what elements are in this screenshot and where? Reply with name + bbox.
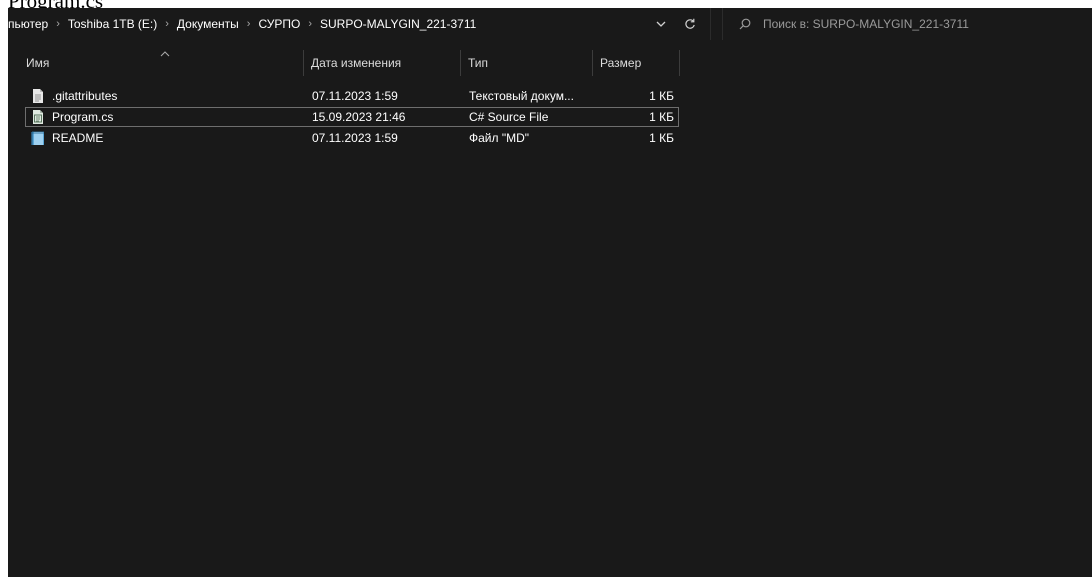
breadcrumb-surpo[interactable]: СУРПО bbox=[256, 17, 302, 31]
md-file-icon bbox=[31, 131, 44, 145]
search-placeholder: Поиск в: SURPO-MALYGIN_221-3711 bbox=[763, 17, 969, 31]
breadcrumb-drive[interactable]: Toshiba 1TB (E:) bbox=[66, 17, 159, 31]
breadcrumb-separator: › bbox=[165, 18, 169, 30]
file-type: Файл "MD" bbox=[469, 131, 530, 145]
file-size: 1 КБ bbox=[649, 110, 674, 124]
column-divider[interactable] bbox=[679, 50, 680, 76]
column-size[interactable]: Размер bbox=[597, 48, 677, 78]
file-name: Program.cs bbox=[52, 110, 114, 124]
file-size: 1 КБ bbox=[649, 89, 674, 103]
text-file-icon bbox=[33, 89, 43, 103]
breadcrumb-separator: › bbox=[56, 18, 60, 30]
search-icon bbox=[737, 16, 753, 32]
file-row-gitattributes[interactable]: .gitattributes 07.11.2023 1:59 Текстовый… bbox=[25, 86, 679, 106]
search-input[interactable]: Поиск в: SURPO-MALYGIN_221-3711 bbox=[722, 8, 1092, 40]
refresh-button[interactable] bbox=[680, 14, 700, 34]
file-explorer-window: пьютер › Toshiba 1TB (E:) › Документы › … bbox=[8, 8, 1092, 577]
file-size: 1 КБ bbox=[649, 131, 674, 145]
file-name: README bbox=[52, 131, 104, 145]
navigation-bar: пьютер › Toshiba 1TB (E:) › Документы › … bbox=[8, 8, 1092, 40]
column-divider[interactable] bbox=[592, 50, 593, 76]
column-divider[interactable] bbox=[303, 50, 304, 76]
column-date-modified[interactable]: Дата изменения bbox=[308, 48, 458, 78]
file-name: .gitattributes bbox=[52, 89, 118, 103]
file-date-modified: 15.09.2023 21:46 bbox=[312, 110, 406, 124]
file-type: Текстовый докум... bbox=[469, 89, 574, 103]
column-name[interactable]: Имя bbox=[23, 48, 303, 78]
column-type[interactable]: Тип bbox=[465, 48, 590, 78]
file-date-modified: 07.11.2023 1:59 bbox=[312, 89, 398, 103]
file-row-readme[interactable]: README 07.11.2023 1:59 Файл "MD" 1 КБ bbox=[25, 128, 679, 148]
address-history-dropdown-button[interactable] bbox=[651, 14, 671, 34]
address-bar[interactable]: пьютер › Toshiba 1TB (E:) › Документы › … bbox=[8, 8, 711, 40]
refresh-icon bbox=[685, 18, 695, 29]
chevron-down-icon bbox=[656, 21, 666, 27]
file-row-program-cs[interactable]: Program.cs 15.09.2023 21:46 C# Source Fi… bbox=[25, 107, 679, 127]
cs-file-icon bbox=[33, 110, 43, 124]
file-date-modified: 07.11.2023 1:59 bbox=[312, 131, 398, 145]
column-divider[interactable] bbox=[460, 50, 461, 76]
file-type: C# Source File bbox=[469, 110, 549, 124]
breadcrumb-documents[interactable]: Документы bbox=[175, 17, 241, 31]
breadcrumb-current-folder[interactable]: SURPO-MALYGIN_221-3711 bbox=[318, 17, 478, 31]
column-header: Имя Дата изменения Тип Размер bbox=[8, 48, 1092, 78]
breadcrumb-computer[interactable]: пьютер bbox=[8, 17, 50, 31]
breadcrumb-separator: › bbox=[308, 18, 312, 30]
breadcrumb-separator: › bbox=[246, 18, 251, 30]
